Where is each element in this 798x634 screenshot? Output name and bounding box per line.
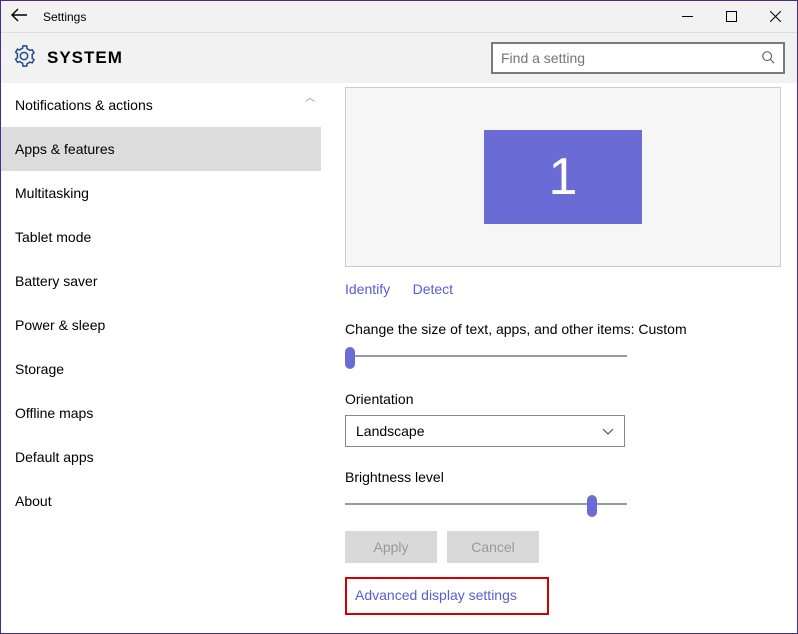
close-button[interactable]	[753, 1, 797, 33]
brightness-label: Brightness level	[345, 469, 781, 485]
sidebar-item-about[interactable]: About	[1, 479, 321, 523]
sidebar-item-label: Battery saver	[15, 273, 97, 289]
sidebar-item-power-sleep[interactable]: Power & sleep	[1, 303, 321, 347]
sidebar-item-apps-features[interactable]: Apps & features	[1, 127, 321, 171]
sidebar-item-storage[interactable]: Storage	[1, 347, 321, 391]
brightness-slider[interactable]	[345, 491, 627, 517]
detect-link[interactable]: Detect	[413, 281, 453, 297]
display-preview: 1	[345, 87, 781, 267]
search-input[interactable]	[501, 50, 761, 66]
orientation-value: Landscape	[356, 423, 425, 439]
scroll-up-icon[interactable]: ︿	[305, 89, 315, 104]
slider-track	[345, 503, 627, 505]
advanced-display-settings-link[interactable]: Advanced display settings	[355, 587, 517, 603]
search-icon	[761, 50, 775, 67]
orientation-label: Orientation	[345, 391, 781, 407]
sidebar-item-default-apps[interactable]: Default apps	[1, 435, 321, 479]
slider-track	[345, 355, 627, 357]
sidebar-item-notifications[interactable]: Notifications & actions	[1, 83, 321, 127]
sidebar-item-label: Storage	[15, 361, 64, 377]
sidebar-item-multitasking[interactable]: Multitasking	[1, 171, 321, 215]
slider-thumb[interactable]	[345, 347, 355, 369]
identify-link[interactable]: Identify	[345, 281, 390, 297]
window-title: Settings	[43, 10, 86, 24]
sidebar-item-label: Offline maps	[15, 405, 93, 421]
text-size-label: Change the size of text, apps, and other…	[345, 321, 781, 337]
cancel-button[interactable]: Cancel	[447, 531, 539, 563]
text-size-slider[interactable]	[345, 343, 627, 369]
sidebar-item-label: Default apps	[15, 449, 94, 465]
slider-thumb[interactable]	[587, 495, 597, 517]
chevron-down-icon	[602, 423, 614, 439]
sidebar: ︿ Notifications & actions Apps & feature…	[1, 83, 321, 633]
sidebar-item-tablet-mode[interactable]: Tablet mode	[1, 215, 321, 259]
apply-button[interactable]: Apply	[345, 531, 437, 563]
monitor-tile[interactable]: 1	[484, 130, 642, 224]
advanced-highlight: Advanced display settings	[345, 577, 549, 615]
sidebar-item-label: Power & sleep	[15, 317, 105, 333]
sidebar-item-label: Apps & features	[15, 141, 115, 157]
sidebar-item-label: About	[15, 493, 52, 509]
monitor-number: 1	[549, 147, 578, 207]
sidebar-item-label: Notifications & actions	[15, 97, 153, 113]
gear-icon	[13, 45, 35, 72]
sidebar-item-battery-saver[interactable]: Battery saver	[1, 259, 321, 303]
sidebar-item-offline-maps[interactable]: Offline maps	[1, 391, 321, 435]
search-input-container[interactable]	[491, 42, 785, 74]
maximize-button[interactable]	[709, 1, 753, 33]
page-title: SYSTEM	[47, 48, 123, 68]
sidebar-item-label: Multitasking	[15, 185, 89, 201]
minimize-button[interactable]	[665, 1, 709, 33]
orientation-select[interactable]: Landscape	[345, 415, 625, 447]
sidebar-item-label: Tablet mode	[15, 229, 91, 245]
back-button[interactable]	[1, 6, 37, 27]
